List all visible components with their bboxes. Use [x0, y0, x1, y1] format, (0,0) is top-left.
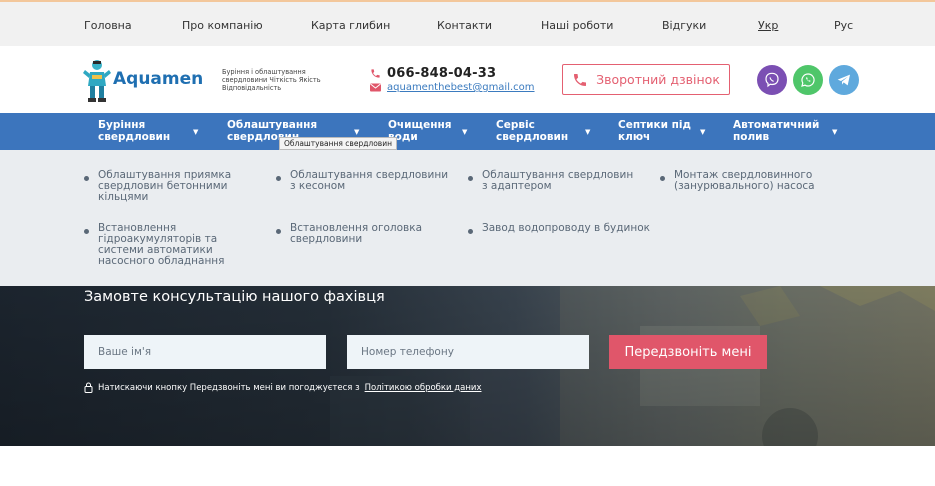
bullet-icon	[84, 229, 89, 234]
viber-button[interactable]	[757, 65, 787, 95]
bullet-icon	[660, 176, 665, 181]
topnav-link-depth-map[interactable]: Карта глибин	[311, 19, 390, 32]
email-contact[interactable]: aquamenthebest@gmail.com	[370, 82, 535, 93]
phone-icon	[574, 73, 587, 86]
top-navigation: Головна Про компанію Карта глибин Контак…	[0, 0, 935, 46]
site-header: Aquamen Буріння і облаштування свердлови…	[0, 46, 935, 113]
phone-number[interactable]: 066-848-04-33	[387, 66, 496, 81]
submenu-item[interactable]: Встановлення оголовка свердловини	[290, 223, 450, 245]
lock-icon	[84, 382, 93, 393]
bullet-icon	[276, 229, 281, 234]
submenu-item[interactable]: Облаштування приямка свердловин бетонним…	[98, 170, 248, 203]
topnav-link-about[interactable]: Про компанію	[182, 19, 263, 32]
phone-icon	[371, 69, 380, 78]
chevron-down-icon: ▼	[700, 128, 706, 136]
submenu-dropdown: Облаштування приямка свердловин бетонним…	[0, 150, 935, 286]
mail-icon	[370, 83, 381, 92]
bullet-icon	[84, 176, 89, 181]
nav-item-septics[interactable]: Септики під ключ	[618, 119, 698, 143]
telegram-icon	[837, 74, 850, 86]
consultation-section: Замовте консультацію нашого фахівця Ваше…	[0, 286, 935, 446]
bullet-icon	[468, 176, 473, 181]
topnav-link-home[interactable]: Головна	[84, 19, 132, 32]
callback-button[interactable]: Зворотний дзвінок	[562, 64, 730, 95]
consent-text: Натискаючи кнопку Передзвоніть мені ви п…	[98, 382, 360, 393]
phone-contact[interactable]: 066-848-04-33	[370, 66, 496, 81]
bullet-icon	[468, 229, 473, 234]
logo-mascot-icon	[83, 60, 111, 102]
callback-label: Зворотний дзвінок	[596, 72, 720, 87]
privacy-policy-link[interactable]: Політикою обробки даних	[365, 383, 482, 393]
submenu-item[interactable]: Монтаж свердловинного (занурювального) н…	[674, 170, 834, 192]
chevron-down-icon: ▼	[832, 128, 838, 136]
lang-ukr-link[interactable]: Укр	[758, 19, 778, 32]
nav-item-water-treatment[interactable]: Очищення води	[388, 119, 458, 143]
page-bottom	[0, 446, 935, 486]
submenu-item[interactable]: Облаштування свердловини з кесоном	[290, 170, 450, 192]
whatsapp-button[interactable]	[793, 65, 823, 95]
nav-item-drilling[interactable]: Буріння свердловин	[98, 119, 188, 143]
logo-text: Aquamen	[113, 69, 204, 89]
name-input[interactable]: Ваше ім'я	[84, 335, 326, 369]
email-link[interactable]: aquamenthebest@gmail.com	[387, 82, 535, 93]
nav-item-irrigation[interactable]: Автоматичний полив	[733, 119, 823, 143]
submenu-item[interactable]: Облаштування свердловин з адаптером	[482, 170, 642, 192]
whatsapp-icon	[801, 73, 815, 87]
submenu-item[interactable]: Встановлення гідроакумуляторів та систем…	[98, 223, 258, 267]
consultation-title: Замовте консультацію нашого фахівця	[84, 289, 385, 305]
bullet-icon	[276, 176, 281, 181]
consent-notice: Натискаючи кнопку Передзвоніть мені ви п…	[84, 382, 482, 393]
nav-tooltip: Облаштування свердловин	[279, 137, 397, 150]
telegram-button[interactable]	[829, 65, 859, 95]
main-navigation: Буріння свердловин ▼ Облаштування свердл…	[0, 113, 935, 150]
chevron-down-icon: ▼	[354, 128, 360, 136]
topnav-link-works[interactable]: Наші роботи	[541, 19, 613, 32]
viber-icon	[765, 72, 779, 88]
tagline: Буріння і облаштування свердловини Чіткі…	[222, 68, 321, 92]
topnav-link-contacts[interactable]: Контакти	[437, 19, 492, 32]
lang-rus-link[interactable]: Рус	[834, 19, 853, 32]
topnav-link-reviews[interactable]: Відгуки	[662, 19, 706, 32]
chevron-down-icon: ▼	[585, 128, 591, 136]
phone-input[interactable]: Номер телефону	[347, 335, 589, 369]
nav-item-service[interactable]: Сервіс свердловин	[496, 119, 581, 143]
chevron-down-icon: ▼	[193, 128, 199, 136]
submenu-item[interactable]: Завод водопроводу в будинок	[482, 223, 652, 234]
chevron-down-icon: ▼	[462, 128, 468, 136]
callback-submit-button[interactable]: Передзвоніть мені	[609, 335, 767, 369]
